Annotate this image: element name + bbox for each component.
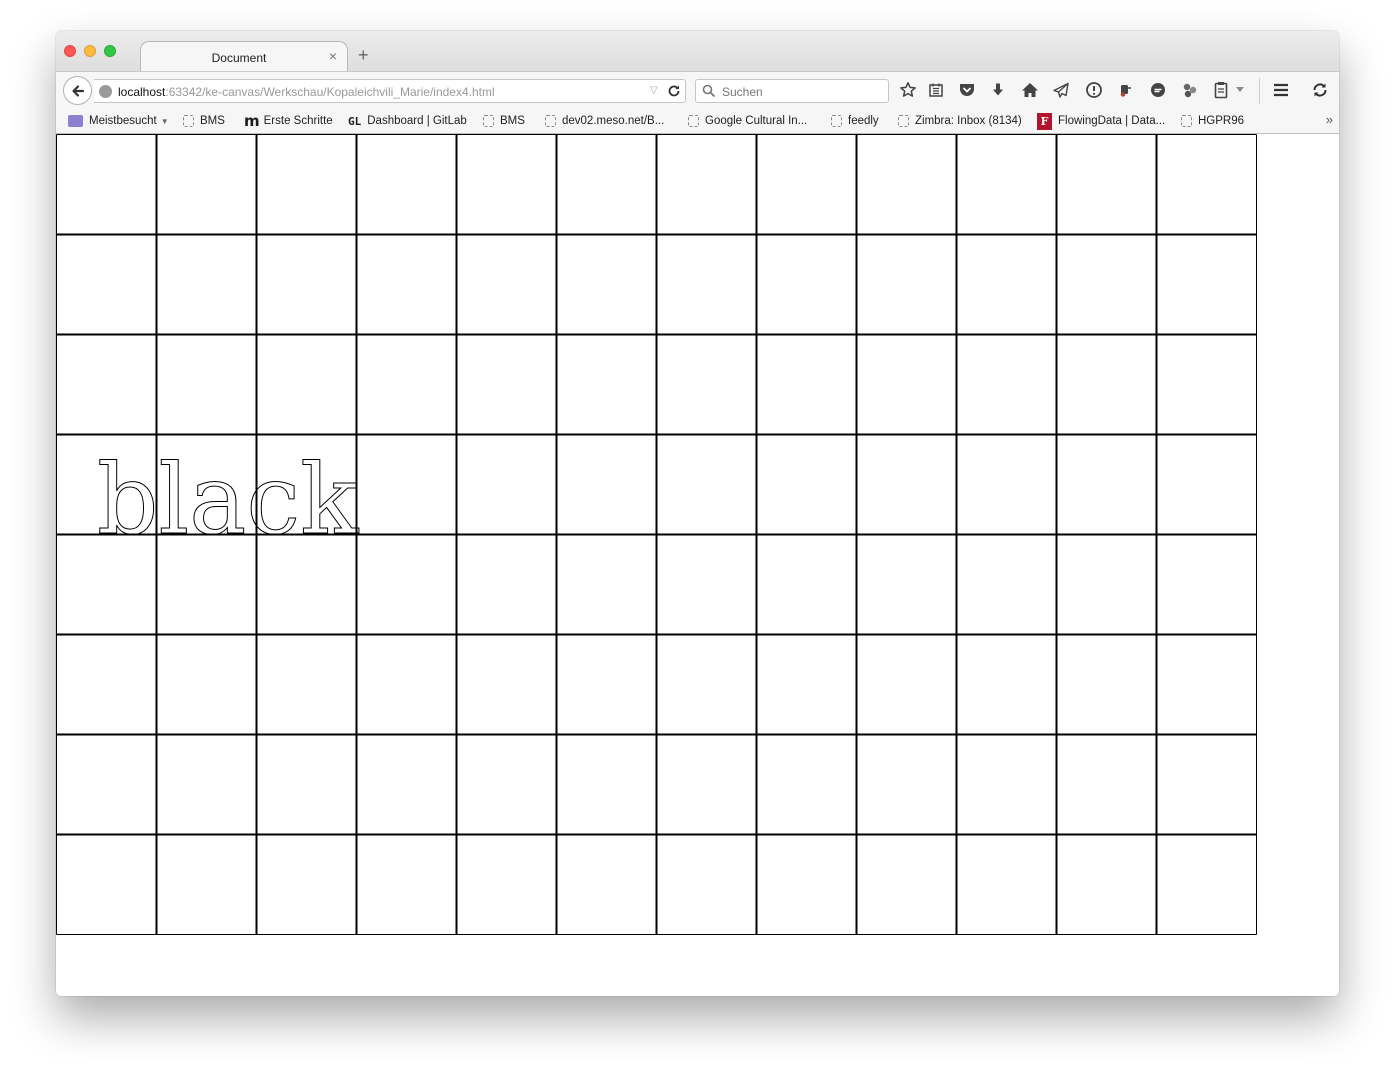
home-icon[interactable] [1020, 80, 1040, 100]
page-icon [898, 115, 909, 127]
history-dropdown-icon[interactable]: ▽ [650, 85, 658, 96]
tab-close-icon[interactable]: × [329, 49, 337, 63]
tab-document[interactable]: Document × [140, 41, 348, 73]
bookmark-label: Google Cultural In... [705, 115, 808, 127]
navigation-toolbar: localhost:63342/ke-canvas/Werkschau/Kopa… [56, 71, 1339, 108]
canvas-grid: black [56, 134, 1257, 935]
url-path: :63342/ke-canvas/Werkschau/Kopaleichvili… [165, 85, 495, 99]
bookmarks-toolbar: Meistbesucht ▼ BMS m Erste Schritte GL D… [56, 108, 1339, 134]
reload-icon[interactable] [666, 83, 682, 99]
chat-icon[interactable] [1148, 80, 1168, 100]
m-logo-icon: m [244, 112, 260, 130]
search-icon [702, 84, 716, 98]
url-host: localhost [118, 85, 166, 99]
bookmark-erste-schritte[interactable]: m Erste Schritte [244, 112, 333, 130]
bookmark-dev02[interactable]: dev02.meso.net/B... [545, 113, 664, 129]
back-button[interactable] [63, 76, 92, 105]
maximize-window-button[interactable] [104, 45, 116, 57]
close-window-button[interactable] [64, 45, 76, 57]
bookmark-bms-2[interactable]: BMS [483, 113, 525, 129]
folder-icon [68, 115, 83, 127]
bookmark-label: HGPR96 [1198, 115, 1245, 127]
info-icon[interactable] [1084, 80, 1104, 100]
chevron-right-double-icon[interactable]: » [1326, 112, 1333, 127]
bookmark-zimbra[interactable]: Zimbra: Inbox (8134) [898, 113, 1022, 129]
share-icon[interactable] [1180, 80, 1200, 100]
extension-icon[interactable] [1115, 80, 1135, 100]
browser-window: Document × + localhost:63342/ke-canvas/W… [56, 31, 1339, 996]
sync-icon[interactable] [1310, 80, 1330, 100]
flowingdata-icon: F [1037, 112, 1052, 130]
download-icon[interactable] [988, 80, 1008, 100]
globe-icon [99, 85, 112, 98]
bookmarks-menu-icon[interactable] [926, 80, 946, 100]
chevron-down-icon: ▼ [160, 116, 169, 126]
bookmark-google-cultural[interactable]: Google Cultural In... [688, 113, 807, 129]
url-text: localhost:63342/ke-canvas/Werkschau/Kopa… [118, 85, 495, 99]
bookmark-label: Zimbra: Inbox (8134) [915, 115, 1022, 127]
bookmark-flowingdata[interactable]: F FlowingData | Data... [1037, 112, 1166, 130]
bookmark-gitlab[interactable]: GL Dashboard | GitLab [348, 113, 467, 129]
tab-title: Document [211, 51, 267, 65]
back-arrow-icon [71, 84, 84, 97]
toolbar-separator [1259, 78, 1260, 104]
bookmark-label: BMS [200, 115, 225, 127]
gl-logo-icon: GL [348, 114, 362, 128]
url-bar[interactable]: localhost:63342/ke-canvas/Werkschau/Kopa… [94, 79, 686, 103]
bookmark-meistbesucht[interactable]: Meistbesucht ▼ [68, 113, 169, 129]
page-icon [1181, 115, 1192, 127]
search-input[interactable]: Suchen [695, 79, 889, 103]
page-content: black [56, 134, 1339, 996]
send-icon[interactable] [1051, 80, 1071, 100]
menu-icon[interactable] [1271, 80, 1291, 100]
bookmark-hgpr96[interactable]: HGPR96 [1181, 113, 1244, 129]
bookmark-label: feedly [848, 115, 879, 127]
bookmark-label: dev02.meso.net/B... [562, 115, 665, 127]
pocket-icon[interactable] [957, 80, 977, 100]
bookmark-label: FlowingData | Data... [1058, 115, 1166, 127]
bookmark-label: BMS [500, 115, 525, 127]
minimize-window-button[interactable] [84, 45, 96, 57]
search-placeholder: Suchen [722, 85, 763, 99]
page-icon [831, 115, 842, 127]
bookmark-label: Meistbesucht [89, 115, 157, 127]
bookmark-label: Erste Schritte [263, 115, 333, 127]
bookmark-label: Dashboard | GitLab [367, 115, 467, 127]
clipboard-dropdown-icon[interactable] [1234, 80, 1246, 100]
bookmark-feedly[interactable]: feedly [831, 113, 879, 129]
canvas-word: black [97, 444, 359, 556]
page-icon [545, 115, 556, 127]
bookmark-star-icon[interactable] [898, 80, 918, 100]
page-icon [183, 115, 194, 127]
page-icon [483, 115, 494, 127]
page-icon [688, 115, 699, 127]
bookmark-bms[interactable]: BMS [183, 113, 225, 129]
clipboard-icon[interactable] [1211, 80, 1231, 100]
title-bar: Document × + [56, 31, 1339, 73]
new-tab-icon[interactable]: + [358, 46, 369, 64]
